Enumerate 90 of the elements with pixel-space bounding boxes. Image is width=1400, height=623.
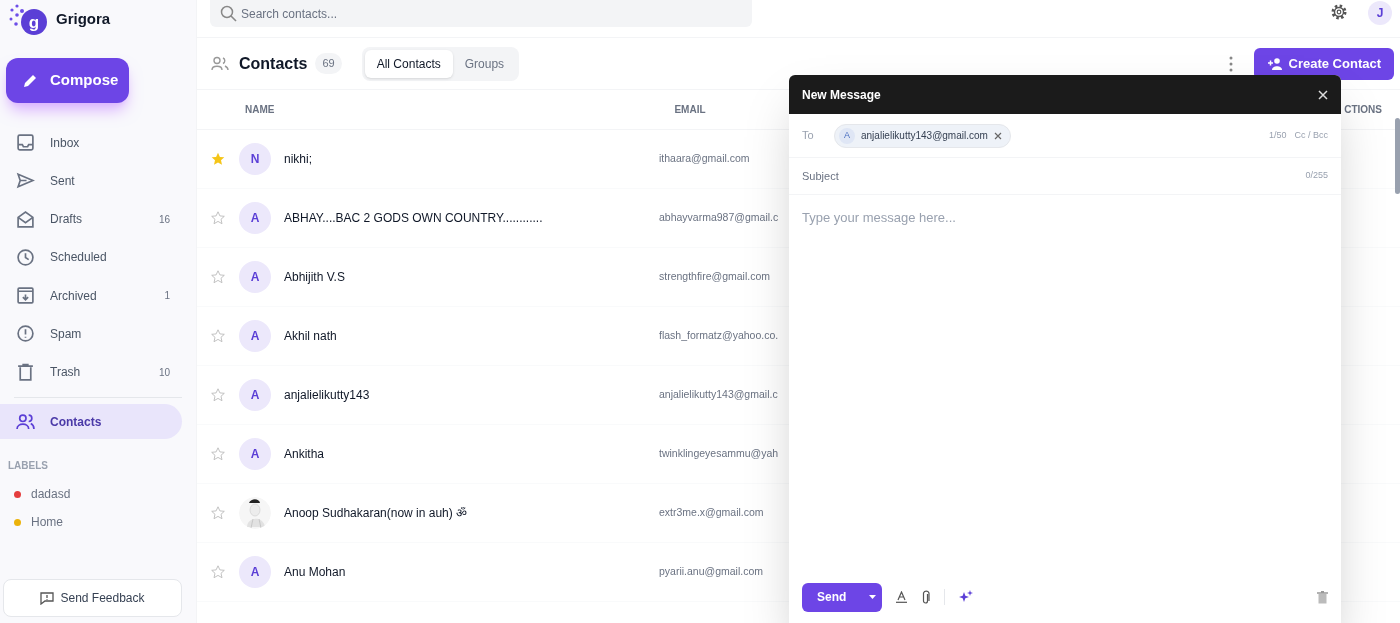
alert-icon bbox=[16, 324, 35, 344]
contact-email: twinklingeyesammu@yah bbox=[659, 446, 779, 462]
contact-name[interactable]: Ankitha bbox=[284, 445, 645, 463]
compose-button[interactable]: Compose bbox=[6, 58, 129, 103]
contact-name[interactable]: Anu Mohan bbox=[284, 563, 645, 581]
contact-email: abhayvarma987@gmail.c bbox=[659, 210, 779, 226]
column-header: NAME bbox=[245, 103, 275, 117]
trash-icon bbox=[16, 362, 35, 382]
clock-icon bbox=[16, 247, 35, 267]
inbox-icon bbox=[16, 133, 35, 152]
section-heading: LABELS bbox=[7, 459, 49, 474]
app-name: Grigora bbox=[56, 8, 111, 29]
star-icon[interactable] bbox=[211, 270, 225, 284]
envelope-icon bbox=[16, 209, 35, 229]
star-icon[interactable] bbox=[211, 152, 225, 166]
user-avatar[interactable]: J bbox=[1368, 1, 1392, 25]
recipient-count: 1/50 bbox=[1268, 128, 1287, 142]
column-header: EMAIL bbox=[674, 103, 706, 117]
label-item[interactable]: Home bbox=[31, 513, 63, 532]
contact-email: ithaara@gmail.com bbox=[659, 151, 750, 167]
people-icon bbox=[211, 55, 229, 72]
search-field[interactable]: Search contacts... bbox=[210, 0, 752, 27]
trash-icon[interactable] bbox=[1317, 590, 1328, 604]
character-count: 0/255 bbox=[1305, 169, 1328, 183]
add-person-icon bbox=[1266, 56, 1283, 71]
subject-field[interactable]: Subject bbox=[802, 167, 1306, 185]
compose-title: New Message bbox=[802, 86, 881, 104]
star-icon[interactable] bbox=[211, 329, 225, 343]
search-icon bbox=[220, 5, 237, 22]
contact-avatar: A bbox=[239, 379, 271, 411]
contact-email: anjalielikutty143@gmail.c bbox=[659, 387, 778, 403]
sidebar-item[interactable]: Contacts bbox=[0, 404, 182, 440]
contact-name[interactable]: Anoop Sudhakaran(now in auh) ॐ bbox=[284, 504, 645, 522]
page-title: Contacts bbox=[239, 53, 308, 74]
recipient-email: anjalielikutty143@gmail.com bbox=[861, 129, 988, 143]
attachment-icon[interactable] bbox=[921, 589, 930, 605]
item-count: 16 bbox=[158, 212, 170, 227]
contact-name[interactable]: anjalielikutty143 bbox=[284, 386, 645, 404]
star-icon[interactable] bbox=[211, 447, 225, 461]
column-header: CTIONS bbox=[1344, 103, 1382, 117]
feedback-icon bbox=[40, 591, 55, 605]
contact-email: pyarii.anu@gmail.com bbox=[659, 564, 764, 580]
contact-email: strengthfire@gmail.com bbox=[659, 269, 771, 285]
sidebar-item[interactable]: Scheduled bbox=[0, 239, 182, 275]
sidebar-item[interactable]: Sent bbox=[0, 163, 182, 199]
sidebar-item[interactable]: Drafts 16 bbox=[0, 201, 182, 237]
contact-avatar: A bbox=[239, 261, 271, 293]
item-count: 10 bbox=[158, 365, 170, 380]
contact-name[interactable]: nikhi; bbox=[284, 150, 645, 168]
settings-icon[interactable] bbox=[1330, 3, 1348, 21]
tab[interactable]: Groups bbox=[452, 49, 517, 78]
contact-email: flash_formatz@yahoo.co. bbox=[659, 328, 779, 344]
message-field[interactable]: Type your message here... bbox=[789, 195, 1341, 575]
label-item[interactable]: dadasd bbox=[31, 485, 71, 504]
star-icon[interactable] bbox=[211, 506, 225, 520]
contact-avatar: A bbox=[239, 556, 271, 588]
tab[interactable]: All Contacts bbox=[364, 49, 453, 78]
sidebar-item[interactable]: Trash 10 bbox=[0, 354, 182, 390]
sidebar-item[interactable]: Inbox bbox=[0, 125, 182, 160]
create-contact-button[interactable]: Create Contact bbox=[1253, 47, 1394, 80]
star-icon[interactable] bbox=[211, 565, 225, 579]
pencil-icon bbox=[22, 72, 38, 89]
contact-email: extr3me.x@gmail.com bbox=[659, 505, 764, 521]
close-icon[interactable] bbox=[1318, 89, 1328, 100]
contact-avatar: A bbox=[239, 438, 271, 470]
field-label: To bbox=[802, 128, 815, 144]
contact-name[interactable]: Akhil nath bbox=[284, 327, 645, 345]
contact-name[interactable]: Abhijith V.S bbox=[284, 268, 645, 286]
recipient-chip[interactable]: A anjalielikutty143@gmail.com bbox=[834, 123, 1011, 148]
sidebar-item[interactable]: Archived 1 bbox=[0, 278, 182, 314]
count-badge: 69 bbox=[315, 53, 342, 74]
remove-icon[interactable] bbox=[993, 131, 1002, 140]
contact-name[interactable]: ABHAY....BAC 2 GODS OWN COUNTRY............ bbox=[284, 209, 645, 227]
caret-icon bbox=[869, 595, 876, 599]
more-icon[interactable] bbox=[1227, 55, 1234, 72]
contact-avatar: N bbox=[239, 143, 271, 175]
star-icon[interactable] bbox=[211, 211, 225, 225]
archive-icon bbox=[16, 286, 35, 306]
send-feedback-button[interactable]: Send Feedback bbox=[3, 579, 182, 617]
star-icon[interactable] bbox=[211, 388, 225, 402]
send-icon bbox=[16, 171, 35, 191]
sparkle-icon[interactable] bbox=[959, 590, 973, 604]
item-count: 1 bbox=[164, 289, 170, 304]
text-format-icon[interactable] bbox=[896, 591, 907, 603]
send-button[interactable]: Send bbox=[802, 582, 882, 612]
contact-avatar: A bbox=[239, 320, 271, 352]
recipient-avatar: A bbox=[839, 127, 855, 144]
contact-avatar: A bbox=[239, 202, 271, 234]
people-icon bbox=[16, 412, 35, 432]
sidebar-item[interactable]: Spam bbox=[0, 316, 182, 352]
